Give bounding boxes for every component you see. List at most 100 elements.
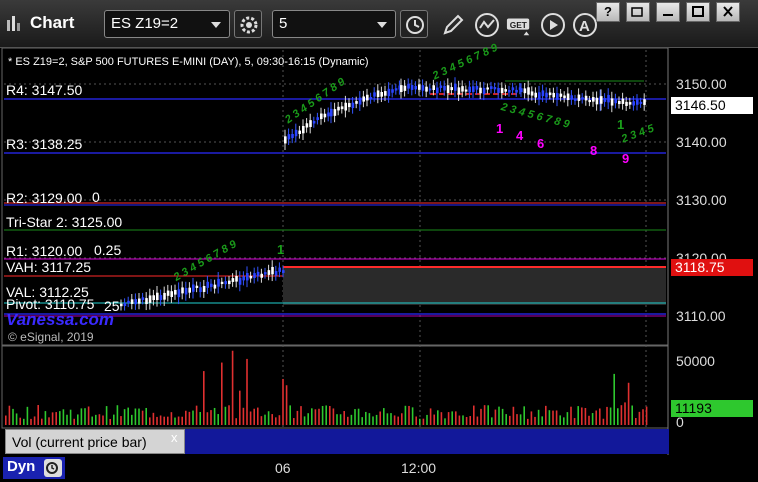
maximize-button[interactable] (686, 2, 710, 22)
interval-value: 5 (279, 15, 288, 32)
candle (271, 266, 274, 275)
volume-bar (145, 407, 147, 425)
studies-icon[interactable] (474, 12, 500, 38)
volume-bar (336, 414, 338, 425)
close-icon (723, 6, 733, 17)
candle (541, 90, 545, 97)
candle (177, 289, 181, 298)
candle (464, 89, 468, 92)
volume-bar (379, 411, 381, 425)
volume-bar (73, 418, 75, 425)
copyright: © eSignal, 2019 (8, 330, 94, 344)
volume-bar (480, 408, 482, 425)
candle (414, 85, 417, 90)
candle (351, 102, 355, 109)
seq-count-label: 1 (617, 117, 625, 132)
time-template-button[interactable] (400, 10, 428, 38)
candle (291, 133, 294, 139)
volume-bar (494, 409, 497, 425)
volume-bar (537, 409, 540, 425)
close-button[interactable] (716, 2, 740, 22)
symbol-input[interactable]: ES Z19=2 (104, 10, 230, 38)
candle (530, 91, 534, 96)
r2-label: R2: 3129.00 (6, 190, 83, 206)
pencil-icon[interactable] (440, 12, 466, 38)
volume-bar (483, 405, 486, 425)
link-icon[interactable]: A (572, 12, 598, 38)
minimize-button[interactable] (656, 2, 680, 22)
volume-study-label[interactable]: Vol (current price bar) (5, 429, 185, 454)
candle (508, 90, 511, 93)
study-close-button[interactable]: x (171, 430, 178, 445)
candle (500, 87, 504, 94)
volume-bar (177, 416, 180, 425)
volume-bar (98, 414, 101, 425)
volume-bar (365, 411, 367, 425)
volume-bar (91, 416, 93, 425)
volume-bar (404, 405, 407, 425)
seq-count-label: 1 (277, 242, 285, 257)
volume-bar (113, 414, 115, 425)
dyn-label: Dyn (7, 458, 36, 475)
volume-bar (555, 410, 558, 425)
level-fragment: 0.25 (94, 242, 122, 258)
chevron-down-icon (211, 22, 221, 28)
restore-button[interactable] (626, 2, 650, 22)
candle (238, 277, 242, 285)
volume-bar (523, 406, 525, 425)
volume-bar (239, 390, 241, 425)
dynamic-lock-icon[interactable] (44, 459, 62, 477)
candle (249, 275, 253, 279)
candle (468, 86, 471, 93)
candle (228, 280, 231, 285)
minimize-icon (663, 14, 673, 16)
candle (618, 101, 621, 105)
volume-bar (566, 412, 569, 425)
candle (282, 270, 285, 273)
interval-input[interactable]: 5 (272, 10, 396, 38)
volume-bar (462, 415, 464, 425)
volume-bar (296, 410, 299, 425)
candle (195, 285, 199, 289)
volume-bar (210, 410, 212, 425)
volume-bar (102, 415, 104, 425)
volume-bar (440, 412, 443, 425)
volume-bar (530, 411, 533, 425)
help-button[interactable]: ? (596, 2, 620, 22)
volume-bar (329, 405, 331, 425)
candle (327, 112, 330, 117)
r1-label: R1: 3120.00 (6, 243, 83, 259)
volume-bar (19, 417, 21, 425)
candle (242, 276, 245, 281)
candle (450, 87, 453, 91)
candle (436, 87, 439, 94)
candle (570, 95, 573, 100)
candle (490, 86, 493, 89)
volume-bar (23, 418, 25, 425)
play-icon[interactable] (540, 12, 566, 38)
candle (141, 297, 145, 301)
get-icon[interactable]: GET (506, 12, 532, 38)
candle (472, 86, 475, 92)
volume-bar (278, 415, 281, 425)
volume-bar (613, 373, 615, 425)
vah-label: VAH: 3117.25 (6, 259, 92, 275)
candle (156, 292, 159, 301)
volume-bar (123, 409, 126, 425)
candle (213, 284, 217, 289)
current-price-tag: 3146.50 (671, 97, 753, 114)
volume-bar (293, 418, 295, 425)
study-bar-fill (185, 429, 669, 454)
candle (504, 89, 507, 92)
volume-bar (624, 402, 626, 425)
volume-bar (343, 411, 345, 425)
candle (566, 93, 570, 101)
candle (298, 130, 301, 134)
volume-bar (199, 411, 201, 425)
volume-bar (581, 407, 583, 425)
settings-button[interactable] (234, 10, 262, 38)
volume-bar (509, 415, 511, 425)
chart-window-icon (7, 16, 20, 31)
candle (134, 299, 137, 305)
volume-bar (109, 418, 111, 425)
